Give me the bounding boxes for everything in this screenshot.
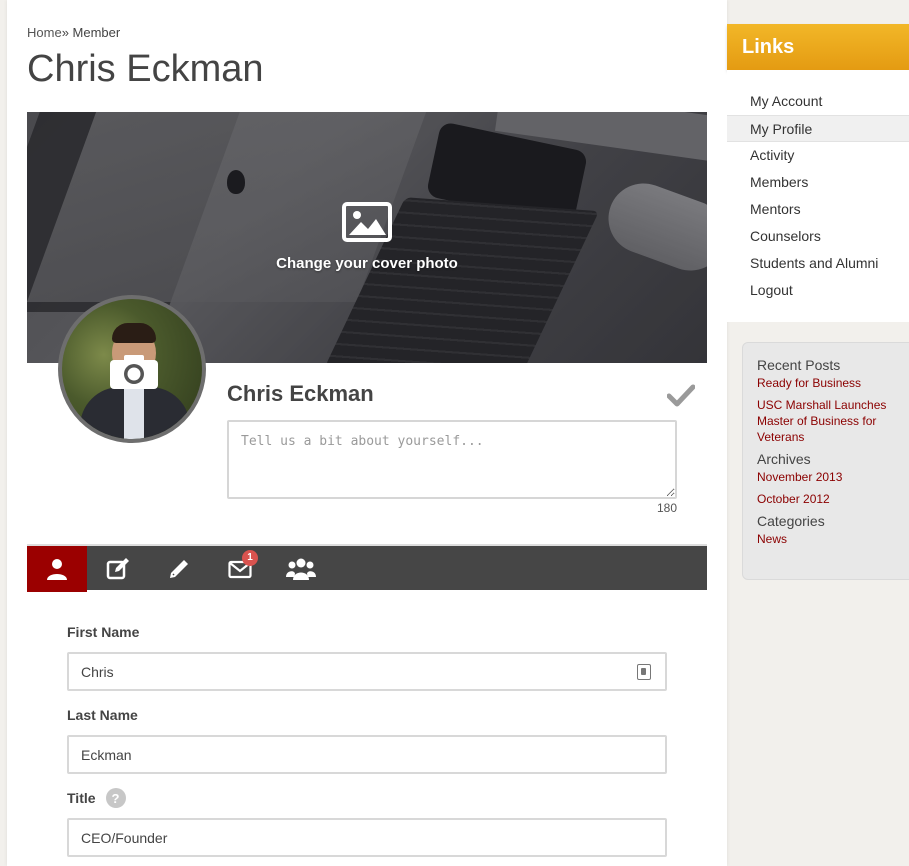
archive-link[interactable]: November 2013 bbox=[757, 469, 902, 485]
bio-textarea[interactable] bbox=[227, 420, 677, 499]
avatar-shirt-shape bbox=[124, 385, 144, 439]
profile-tab-bar: 1 bbox=[27, 544, 707, 592]
pencil-icon bbox=[169, 560, 188, 578]
sidebar-link-logout[interactable]: Logout bbox=[727, 277, 909, 304]
categories-title: Categories bbox=[757, 513, 825, 529]
recent-posts-section: Recent Posts Ready for Business USC Mars… bbox=[757, 357, 902, 445]
messages-badge: 1 bbox=[242, 550, 258, 566]
avatar[interactable] bbox=[58, 295, 206, 443]
archives-title: Archives bbox=[757, 451, 811, 467]
title-input[interactable] bbox=[69, 820, 665, 855]
first-name-label: First Name bbox=[67, 624, 140, 640]
tab-edit[interactable] bbox=[87, 546, 148, 592]
change-cover-button[interactable]: Change your cover photo bbox=[27, 202, 707, 272]
links-header: Links bbox=[727, 24, 909, 70]
sidebar-link-my-profile[interactable]: My Profile bbox=[727, 115, 909, 142]
checkmark-icon[interactable] bbox=[667, 383, 695, 407]
links-list: My Account My Profile Activity Members M… bbox=[727, 70, 909, 322]
tab-messages[interactable]: 1 bbox=[209, 546, 270, 592]
change-cover-label: Change your cover photo bbox=[276, 255, 458, 272]
first-name-group: First Name bbox=[67, 620, 667, 691]
archive-link[interactable]: October 2012 bbox=[757, 491, 902, 507]
first-name-field-wrapper bbox=[67, 652, 667, 691]
profile-form: First Name Last Name Title ? bbox=[67, 620, 667, 866]
sidebar-link-counselors[interactable]: Counselors bbox=[727, 223, 909, 250]
tab-profile[interactable] bbox=[27, 546, 87, 592]
sidebar-link-activity[interactable]: Activity bbox=[727, 142, 909, 169]
tab-groups[interactable] bbox=[270, 546, 331, 592]
sidebar-link-my-account[interactable]: My Account bbox=[727, 88, 909, 115]
sidebar-link-students-alumni[interactable]: Students and Alumni bbox=[727, 250, 909, 277]
avatar-hair-shape bbox=[112, 323, 156, 343]
bio-character-counter: 180 bbox=[656, 501, 677, 515]
title-field-wrapper bbox=[67, 818, 667, 857]
contact-card-icon[interactable] bbox=[637, 664, 651, 680]
group-icon bbox=[285, 558, 316, 580]
first-name-input[interactable] bbox=[69, 654, 665, 689]
recent-post-link[interactable]: USC Marshall Launches Master of Business… bbox=[757, 397, 902, 445]
category-link[interactable]: News bbox=[757, 531, 902, 547]
page-title: Chris Eckman bbox=[27, 48, 264, 90]
title-group: Title ? bbox=[67, 786, 667, 857]
last-name-label: Last Name bbox=[67, 707, 138, 723]
profile-name: Chris Eckman bbox=[227, 381, 374, 406]
last-name-input[interactable] bbox=[69, 737, 665, 772]
archives-section: Archives November 2013 October 2012 bbox=[757, 451, 902, 507]
help-icon[interactable]: ? bbox=[105, 788, 126, 808]
last-name-field-wrapper bbox=[67, 735, 667, 774]
sidebar-link-members[interactable]: Members bbox=[727, 169, 909, 196]
title-label-row: Title ? bbox=[67, 786, 667, 810]
last-name-group: Last Name bbox=[67, 703, 667, 774]
breadcrumb-home-link[interactable]: Home bbox=[27, 25, 62, 40]
main-content: Home» Member Chris Eckman Change your co… bbox=[7, 0, 727, 866]
sidebar-widget: Recent Posts Ready for Business USC Mars… bbox=[742, 342, 909, 580]
camera-icon[interactable] bbox=[109, 354, 159, 390]
categories-section: Categories News bbox=[757, 513, 902, 547]
breadcrumb: Home» Member bbox=[27, 25, 120, 40]
tab-posts[interactable] bbox=[148, 546, 209, 592]
breadcrumb-separator: » bbox=[61, 25, 69, 40]
recent-post-link[interactable]: Ready for Business bbox=[757, 375, 902, 391]
image-icon bbox=[342, 202, 392, 242]
user-icon bbox=[47, 559, 67, 580]
sidebar: Links My Account My Profile Activity Mem… bbox=[727, 0, 909, 866]
breadcrumb-current: Member bbox=[72, 25, 121, 40]
edit-icon bbox=[106, 558, 129, 580]
recent-posts-title: Recent Posts bbox=[757, 357, 841, 373]
title-label: Title bbox=[67, 790, 96, 806]
sidebar-link-mentors[interactable]: Mentors bbox=[727, 196, 909, 223]
